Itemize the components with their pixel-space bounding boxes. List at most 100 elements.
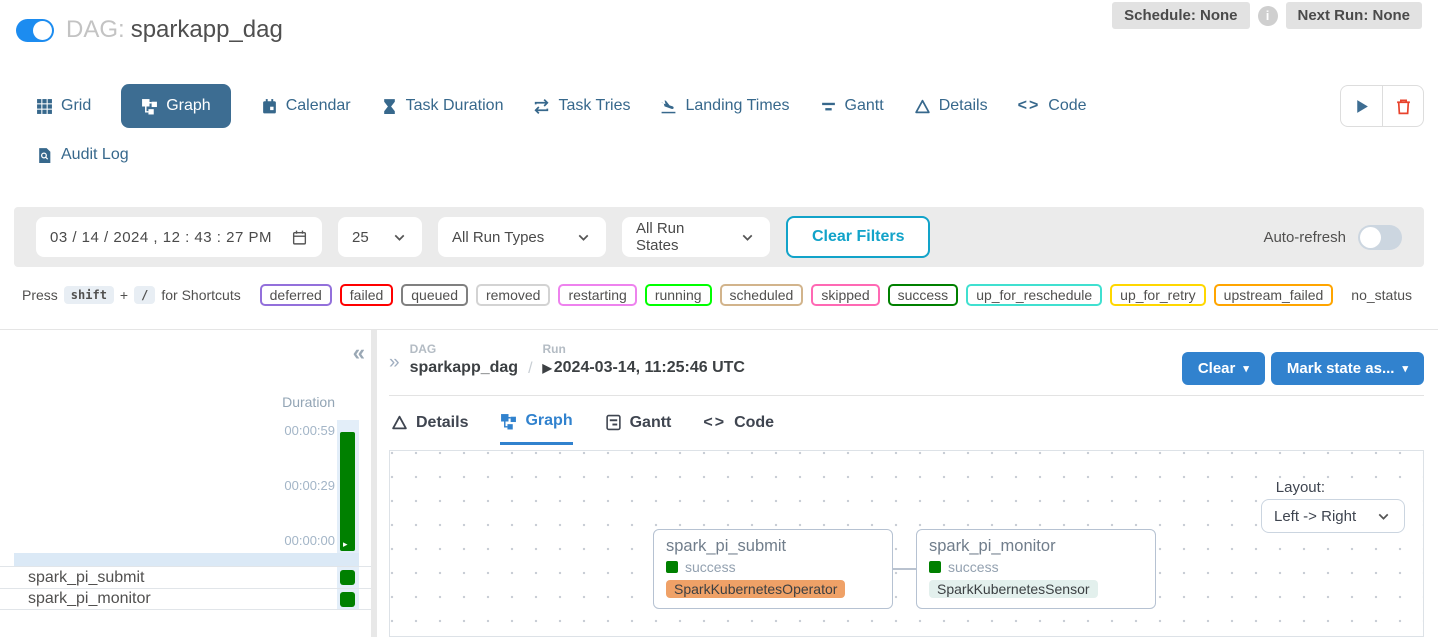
dag-actions xyxy=(1340,85,1424,127)
schedule-badge: Schedule: None xyxy=(1112,2,1249,29)
task-node-spark-pi-submit[interactable]: spark_pi_submit success SparkKubernetesO… xyxy=(653,529,893,609)
tab-audit-log[interactable]: Audit Log xyxy=(36,146,129,164)
tab-calendar[interactable]: Calendar xyxy=(261,97,351,115)
status-badge[interactable]: restarting xyxy=(558,284,636,306)
calendar-icon xyxy=(261,98,278,115)
tab-label: Details xyxy=(939,97,988,115)
task-list: spark_pi_submit spark_pi_monitor xyxy=(0,566,371,610)
play-icon xyxy=(1353,98,1370,115)
run-types-select[interactable]: All Run Types xyxy=(438,217,606,257)
expand-panel-icon[interactable]: » xyxy=(389,352,400,374)
tab-landing-times[interactable]: Landing Times xyxy=(660,97,789,115)
mark-state-button[interactable]: Mark state as... ▾ xyxy=(1271,352,1424,385)
status-badge[interactable]: skipped xyxy=(811,284,879,306)
mark-state-label: Mark state as... xyxy=(1287,360,1395,377)
status-badge[interactable]: success xyxy=(888,284,959,306)
tab-graph[interactable]: Graph xyxy=(121,84,230,128)
shift-key: shift xyxy=(64,286,114,304)
graph-icon xyxy=(141,98,158,115)
view-tabs: Grid Graph Calendar Task Duration Task T… xyxy=(36,84,1087,128)
tab-label: Grid xyxy=(61,97,91,115)
state-text: success xyxy=(685,559,736,575)
tab-task-tries[interactable]: Task Tries xyxy=(533,97,630,115)
task-node-title: spark_pi_submit xyxy=(666,537,880,556)
task-row[interactable]: spark_pi_monitor xyxy=(0,588,371,610)
filter-bar: 03 / 14 / 2024 , 12 : 43 : 27 PM 25 All … xyxy=(14,207,1424,267)
tab-task-duration[interactable]: Task Duration xyxy=(381,97,504,115)
tab-run-code[interactable]: <> Code xyxy=(703,412,774,445)
run-duration-bar[interactable]: ▸ xyxy=(340,432,355,551)
status-badge[interactable]: deferred xyxy=(260,284,332,306)
tab-run-details[interactable]: Details xyxy=(391,412,468,445)
state-text: success xyxy=(948,559,999,575)
base-date-input[interactable]: 03 / 14 / 2024 , 12 : 43 : 27 PM xyxy=(36,217,322,257)
dag-enabled-toggle[interactable] xyxy=(16,19,54,42)
caret-down-icon: ▾ xyxy=(1402,362,1408,375)
task-instance-square[interactable] xyxy=(340,570,355,585)
tab-label: Gantt xyxy=(630,414,672,432)
trigger-dag-button[interactable] xyxy=(1341,86,1382,126)
breadcrumb-separator: / xyxy=(528,360,532,378)
status-badge[interactable]: queued xyxy=(401,284,468,306)
tab-label: Graph xyxy=(166,97,210,115)
auto-refresh-toggle[interactable] xyxy=(1358,225,1402,250)
graph-canvas[interactable]: Layout: Left -> Right spark_pi_submit su… xyxy=(389,450,1424,637)
layout-select[interactable]: Left -> Right xyxy=(1261,499,1405,533)
duration-axis-label: Duration xyxy=(282,394,335,410)
task-name: spark_pi_submit xyxy=(28,569,145,587)
date-value: 03 / 14 / 2024 , 12 : 43 : 27 PM xyxy=(50,229,272,246)
breadcrumb-divider xyxy=(389,395,1424,396)
breadcrumb-dag[interactable]: DAG sparkapp_dag xyxy=(410,342,518,377)
file-search-icon xyxy=(36,147,53,164)
info-icon[interactable]: i xyxy=(1258,6,1278,26)
run-detail-panel: » DAG sparkapp_dag / Run ▶2024-03-14, 11… xyxy=(377,330,1438,637)
tab-code[interactable]: <> Code xyxy=(1018,97,1087,115)
task-row[interactable]: spark_pi_submit xyxy=(0,566,371,588)
status-badge[interactable]: up_for_retry xyxy=(1110,284,1205,306)
clear-label: Clear xyxy=(1198,360,1236,377)
axis-tick: 00:00:59 xyxy=(284,423,335,438)
status-badge[interactable]: removed xyxy=(476,284,550,306)
auto-refresh-control: Auto-refresh xyxy=(1263,225,1402,250)
layout-value: Left -> Right xyxy=(1274,508,1356,525)
tab-details[interactable]: Details xyxy=(914,97,988,115)
tab-run-graph[interactable]: Graph xyxy=(500,412,572,445)
shortcuts-hint: Press shift + / for Shortcuts xyxy=(22,286,241,304)
page-size-select[interactable]: 25 xyxy=(338,217,422,257)
gantt-doc-icon xyxy=(605,414,622,431)
task-instance-square[interactable] xyxy=(340,592,355,607)
status-badge[interactable]: upstream_failed xyxy=(1214,284,1334,306)
clear-run-button[interactable]: Clear ▾ xyxy=(1182,352,1265,385)
schedule-info: Schedule: None i Next Run: None xyxy=(1112,2,1422,29)
task-name: spark_pi_monitor xyxy=(28,590,151,608)
tab-label: Code xyxy=(734,414,774,432)
status-legend: deferred failed queued removed restartin… xyxy=(260,284,1422,306)
run-states-select[interactable]: All Run States xyxy=(622,217,770,257)
calendar-picker-icon[interactable] xyxy=(291,229,308,246)
run-actions: Clear ▾ Mark state as... ▾ xyxy=(1182,352,1424,385)
status-badge[interactable]: scheduled xyxy=(720,284,804,306)
collapse-panel-icon[interactable]: « xyxy=(353,342,365,364)
toggle-knob xyxy=(1360,227,1381,248)
run-states-value: All Run States xyxy=(636,220,729,254)
tab-grid[interactable]: Grid xyxy=(36,97,91,115)
status-badge[interactable]: no_status xyxy=(1341,284,1422,306)
tab-run-gantt[interactable]: Gantt xyxy=(605,412,672,445)
status-badge[interactable]: running xyxy=(645,284,712,306)
chevron-down-icon xyxy=(739,229,756,246)
graph-icon xyxy=(500,413,517,430)
dag-label: DAG: xyxy=(66,16,125,43)
task-node-spark-pi-monitor[interactable]: spark_pi_monitor success SparkKubernetes… xyxy=(916,529,1156,609)
clear-filters-button[interactable]: Clear Filters xyxy=(786,216,930,258)
hourglass-icon xyxy=(381,98,398,115)
chevron-down-icon xyxy=(575,229,592,246)
tab-gantt[interactable]: Gantt xyxy=(820,97,884,115)
state-square xyxy=(929,561,941,573)
status-badge[interactable]: up_for_reschedule xyxy=(966,284,1102,306)
code-icon: <> xyxy=(703,414,726,432)
breadcrumb-run[interactable]: Run ▶2024-03-14, 11:25:46 UTC xyxy=(543,342,745,377)
layout-label: Layout: xyxy=(1276,479,1325,496)
delete-dag-button[interactable] xyxy=(1382,86,1423,126)
status-badge[interactable]: failed xyxy=(340,284,393,306)
state-square xyxy=(666,561,678,573)
